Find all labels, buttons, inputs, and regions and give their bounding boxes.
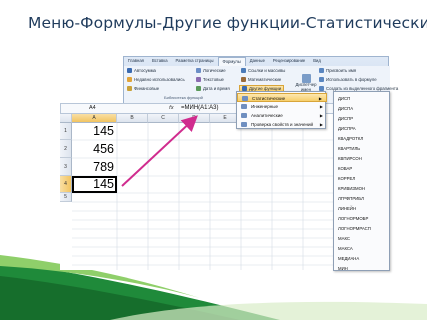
sigma-icon [127,68,132,73]
lookup-label: Ссылки и массивы [248,68,286,73]
group-label: Библиотека функций [164,95,203,100]
coins-icon [127,86,132,91]
assign-name-label: Присвоить имя [326,68,357,73]
math-button[interactable]: Математические [241,77,281,82]
tab-page-layout[interactable]: Разметка страницы [172,57,218,66]
logical-button[interactable]: Логические [196,68,226,73]
tag-icon [319,68,324,73]
datetime-button[interactable]: Дата и время [196,86,230,91]
text-button[interactable]: Текстовые [196,77,224,82]
col-header-c[interactable]: C [148,114,179,123]
row-header-3[interactable]: 3 [60,158,72,176]
datetime-label: Дата и время [203,86,230,91]
statistical-functions-menu: ДИСП ДИСПА ДИСПР ДИСПРА КВАДРОТКЛ КВАРТИЛЬ КВП… [333,91,390,271]
tab-home[interactable]: Главная [124,57,148,66]
selected-cell-border [72,176,117,193]
use-in-formula-button[interactable]: Использовать в формуле [319,77,377,82]
menu-item-info-label: Проверка свойств и значений [251,122,314,127]
ribbon-tabs: Главная Вставка Разметка страницы Формул… [124,57,325,66]
menu-item-analytical[interactable]: Аналитические ▶ [237,111,327,120]
financial-button[interactable]: Финансовые [127,86,159,91]
star-icon [127,77,132,82]
menu-item-statistical-label: Статистические [252,96,286,101]
engineering-icon [241,104,247,109]
chevron-right-icon: ▶ [319,113,323,118]
menu-item-engineering-label: Инженерные [251,104,278,109]
col-header-b[interactable]: B [117,114,148,123]
assign-name-button[interactable]: Присвоить имя [319,68,356,73]
tab-insert[interactable]: Вставка [148,57,172,66]
lookup-icon [241,68,246,73]
text-label: Текстовые [203,77,224,82]
tab-view[interactable]: Вид [309,57,325,66]
cell-a1[interactable]: 145 [73,124,116,138]
tab-formulas[interactable]: Формулы [217,57,246,66]
row-header-5[interactable]: 5 [60,193,72,202]
cell-a3[interactable]: 789 [73,160,116,174]
fx-icon[interactable]: fx [169,105,174,111]
logical-icon [196,68,201,73]
name-manager-button[interactable]: Диспетчер имен [295,74,317,92]
autosum-label: Автосумма [134,68,156,73]
tab-review[interactable]: Рецензирование [269,57,309,66]
text-icon [196,77,201,82]
math-icon [241,77,246,82]
formula-input[interactable]: =МИН(A1:A3) [181,105,219,111]
clock-icon [196,86,201,91]
cell-a2[interactable]: 456 [73,142,116,156]
function-item[interactable]: МИН [334,263,389,270]
name-box[interactable]: A4 [63,105,123,113]
menu-item-analytical-label: Аналитические [251,113,283,118]
recent-label: Недавно использовались [134,77,185,82]
logical-label: Логические [203,68,226,73]
menu-item-statistical[interactable]: Статистические ▶ [237,93,327,102]
recent-button[interactable]: Недавно использовались [127,77,185,82]
chevron-right-icon: ▶ [319,104,323,109]
math-label: Математические [248,77,282,82]
use-in-formula-label: Использовать в формуле [326,77,377,82]
chevron-right-icon: ▶ [319,122,323,127]
more-functions-menu: Статистические ▶ Инженерные ▶ Аналитичес… [236,91,327,129]
financial-label: Финансовые [134,86,160,91]
select-all-corner[interactable] [60,114,72,123]
col-header-d[interactable]: D [179,114,210,123]
menu-item-engineering[interactable]: Инженерные ▶ [237,102,327,111]
menu-item-info[interactable]: Проверка свойств и значений ▶ [237,120,327,129]
tab-data[interactable]: Данные [246,57,269,66]
slide-title: Меню-Формулы-Другие функции-Статистическ… [28,14,427,32]
col-header-a[interactable]: A [72,114,117,123]
row-header-4[interactable]: 4 [60,176,72,193]
formula-bar: A4 fx =МИН(A1:A3) [60,103,380,114]
formula-icon [319,77,324,82]
statistical-icon [242,96,248,101]
analytical-icon [241,113,247,118]
row-header-2[interactable]: 2 [60,140,72,158]
autosum-button[interactable]: Автосумма [127,68,156,73]
row-header-1[interactable]: 1 [60,123,72,140]
info-icon [241,122,247,127]
lookup-button[interactable]: Ссылки и массивы [241,68,285,73]
